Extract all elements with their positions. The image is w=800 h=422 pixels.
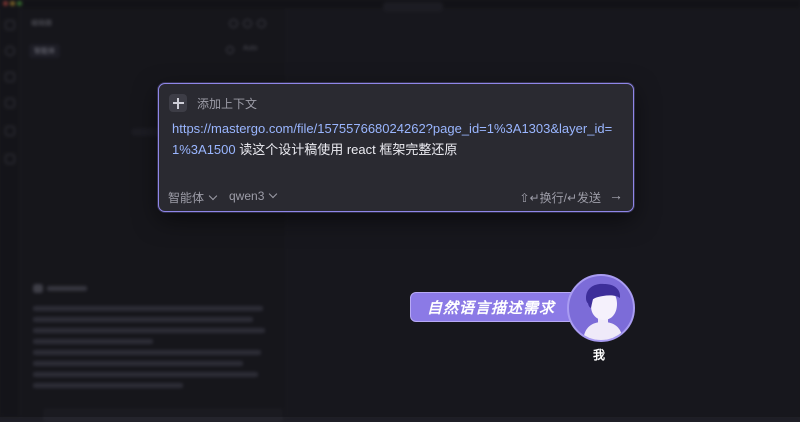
chevron-down-icon — [269, 189, 278, 199]
prompt-text[interactable]: https://mastergo.com/file/15755766802426… — [172, 118, 627, 160]
chat-input-card[interactable]: 添加上下文 https://mastergo.com/file/15755766… — [158, 83, 634, 212]
agent-selector[interactable]: 智能体 — [168, 189, 218, 206]
arrow-right-icon[interactable]: → — [609, 187, 623, 203]
plus-icon[interactable] — [169, 94, 187, 112]
model-selector[interactable]: qwen3 — [229, 189, 278, 203]
avatar — [567, 274, 635, 342]
add-context[interactable]: 添加上下文 — [169, 94, 257, 112]
keyboard-hint: ⇧↵换行/↵发送 — [519, 191, 602, 205]
prompt-instruction: 读这个设计稿使用 react 框架完整还原 — [235, 142, 458, 157]
agent-selector-label: 智能体 — [168, 191, 205, 205]
chevron-down-icon — [208, 191, 218, 200]
add-context-label[interactable]: 添加上下文 — [197, 95, 257, 112]
model-selector-label: qwen3 — [229, 189, 265, 203]
input-footer: 智能体 qwen3 ⇧↵换行/↵发送 → — [168, 187, 623, 206]
callout-label: 自然语言描述需求 — [410, 292, 582, 322]
avatar-label: 我 — [593, 348, 606, 362]
callout-text: 自然语言描述需求 — [427, 299, 556, 317]
